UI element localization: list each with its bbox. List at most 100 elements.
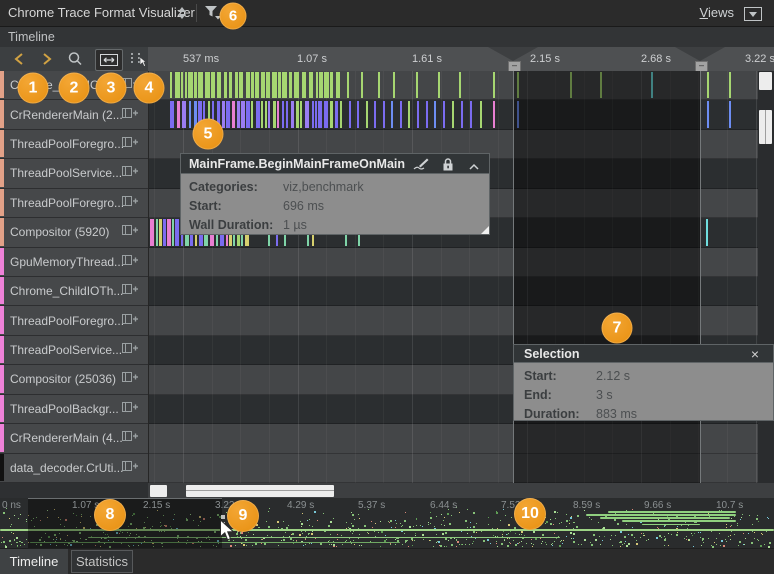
expand-track-button[interactable] bbox=[122, 106, 138, 124]
views-menu[interactable]: Views bbox=[700, 0, 734, 26]
trace-event-bar[interactable] bbox=[170, 101, 174, 127]
trace-event-bar[interactable] bbox=[251, 101, 253, 127]
track-row[interactable]: ThreadPoolService... bbox=[0, 336, 148, 365]
trace-event-bar[interactable] bbox=[217, 72, 221, 98]
trace-event-bar[interactable] bbox=[198, 72, 203, 98]
trace-event-bar[interactable] bbox=[189, 101, 191, 127]
trace-event-bar[interactable] bbox=[302, 72, 306, 98]
trace-event-bar[interactable] bbox=[266, 72, 270, 98]
trace-event-bar[interactable] bbox=[729, 101, 731, 127]
trace-event-bar[interactable] bbox=[291, 101, 294, 127]
track-row[interactable]: CrRendererMain (2... bbox=[0, 100, 148, 129]
expand-track-button[interactable] bbox=[122, 194, 138, 212]
trace-event-bar[interactable] bbox=[300, 101, 302, 127]
trace-event-bar[interactable] bbox=[318, 101, 322, 127]
trace-event-bar[interactable] bbox=[452, 101, 454, 127]
expand-track-button[interactable] bbox=[122, 282, 138, 300]
trace-event-bar[interactable] bbox=[324, 72, 329, 98]
trace-event-bar[interactable] bbox=[443, 101, 445, 127]
trace-event-bar[interactable] bbox=[232, 101, 235, 127]
trace-event-bar[interactable] bbox=[229, 72, 232, 98]
trace-event-bar[interactable] bbox=[417, 101, 419, 127]
vertical-scrollbar-thumb[interactable] bbox=[759, 72, 772, 90]
trace-event-bar[interactable] bbox=[316, 72, 318, 98]
trace-event-bar[interactable] bbox=[255, 72, 259, 98]
trace-event-bar[interactable] bbox=[170, 72, 172, 98]
trace-event-bar[interactable] bbox=[309, 72, 313, 98]
trace-event-bar[interactable] bbox=[185, 72, 187, 98]
trace-event-bar[interactable] bbox=[459, 72, 461, 98]
trace-event-bar[interactable] bbox=[156, 219, 158, 245]
search-button[interactable] bbox=[64, 49, 86, 69]
trace-event-bar[interactable] bbox=[246, 101, 250, 127]
trace-event-bar[interactable] bbox=[340, 101, 342, 127]
track-row[interactable]: Compositor (25036) bbox=[0, 365, 148, 394]
expand-track-button[interactable] bbox=[122, 253, 138, 271]
expand-track-button[interactable] bbox=[122, 312, 138, 330]
expand-track-button[interactable] bbox=[122, 135, 138, 153]
trace-event-bar[interactable] bbox=[336, 72, 340, 98]
track-row[interactable]: ThreadPoolForegro... bbox=[0, 130, 148, 159]
trace-event-bar[interactable] bbox=[330, 101, 333, 127]
trace-event-bar[interactable] bbox=[226, 101, 230, 127]
trace-event-bar[interactable] bbox=[493, 101, 495, 127]
trace-event-bar[interactable] bbox=[224, 72, 227, 98]
selection-handle[interactable]: – bbox=[675, 47, 725, 61]
track-row[interactable]: Chrome_ChildIOTh... bbox=[0, 277, 148, 306]
trace-event-bar[interactable] bbox=[312, 101, 314, 127]
trace-event-bar[interactable] bbox=[330, 72, 333, 98]
trace-event-bar[interactable] bbox=[159, 219, 162, 245]
trace-event-bar[interactable] bbox=[277, 101, 279, 127]
next-frame-button[interactable] bbox=[36, 49, 58, 69]
trace-event-bar[interactable] bbox=[438, 72, 440, 98]
trace-event-bar[interactable] bbox=[205, 72, 210, 98]
trace-event-bar[interactable] bbox=[378, 72, 380, 98]
trace-event-bar[interactable] bbox=[305, 101, 309, 127]
selection-handle[interactable]: – bbox=[488, 47, 538, 61]
trace-event-bar[interactable] bbox=[361, 72, 363, 98]
trace-event-bar[interactable] bbox=[175, 219, 179, 245]
horizontal-scrollbar-thumb[interactable] bbox=[186, 485, 334, 497]
trace-event-bar[interactable] bbox=[461, 101, 463, 127]
expand-track-button[interactable] bbox=[122, 223, 138, 241]
trace-event-bar[interactable] bbox=[177, 101, 180, 127]
trace-event-bar[interactable] bbox=[251, 72, 254, 98]
trace-event-bar[interactable] bbox=[175, 72, 180, 98]
trace-event-bar[interactable] bbox=[289, 72, 292, 98]
minimap-viewport[interactable] bbox=[28, 498, 222, 548]
trace-event-bar[interactable] bbox=[282, 101, 284, 127]
expand-track-button[interactable] bbox=[122, 429, 138, 447]
trace-event-bar[interactable] bbox=[408, 101, 410, 127]
horizontal-scrollbar-button[interactable] bbox=[150, 485, 167, 497]
range-select-button[interactable] bbox=[126, 49, 148, 69]
trace-event-bar[interactable] bbox=[294, 72, 299, 98]
fit-to-width-button[interactable] bbox=[95, 49, 123, 71]
trace-event-bar[interactable] bbox=[729, 72, 731, 98]
horizontal-scrollbar[interactable] bbox=[148, 483, 774, 498]
trace-event-bar[interactable] bbox=[172, 219, 174, 245]
track-row[interactable]: ThreadPoolForegro... bbox=[0, 306, 148, 335]
expand-track-button[interactable] bbox=[122, 459, 138, 477]
trace-event-bar[interactable] bbox=[181, 72, 183, 98]
trace-event-bar[interactable] bbox=[239, 72, 243, 98]
viewer-switcher-icon[interactable] bbox=[178, 7, 189, 19]
trace-event-bar[interactable] bbox=[268, 101, 270, 127]
trace-event-bar[interactable] bbox=[393, 72, 395, 98]
trace-event-bar[interactable] bbox=[374, 101, 376, 127]
trace-event-bar[interactable] bbox=[222, 101, 225, 127]
trace-event-bar[interactable] bbox=[278, 72, 281, 98]
trace-event-bar[interactable] bbox=[150, 219, 154, 245]
track-row[interactable]: ThreadPoolForegro... bbox=[0, 189, 148, 218]
trace-event-bar[interactable] bbox=[383, 101, 385, 127]
trace-event-bar[interactable] bbox=[416, 72, 418, 98]
close-icon[interactable]: × bbox=[751, 345, 759, 364]
trace-event-bar[interactable] bbox=[391, 101, 393, 127]
trace-event-bar[interactable] bbox=[324, 101, 328, 127]
expand-track-button[interactable] bbox=[122, 370, 138, 388]
trace-event-bar[interactable] bbox=[315, 101, 317, 127]
trace-event-bar[interactable] bbox=[400, 101, 402, 127]
track-row[interactable]: GpuMemoryThread... bbox=[0, 248, 148, 277]
tab-timeline[interactable]: Timeline bbox=[0, 549, 68, 574]
trace-event-bar[interactable] bbox=[246, 72, 250, 98]
expand-track-button[interactable] bbox=[122, 400, 138, 418]
